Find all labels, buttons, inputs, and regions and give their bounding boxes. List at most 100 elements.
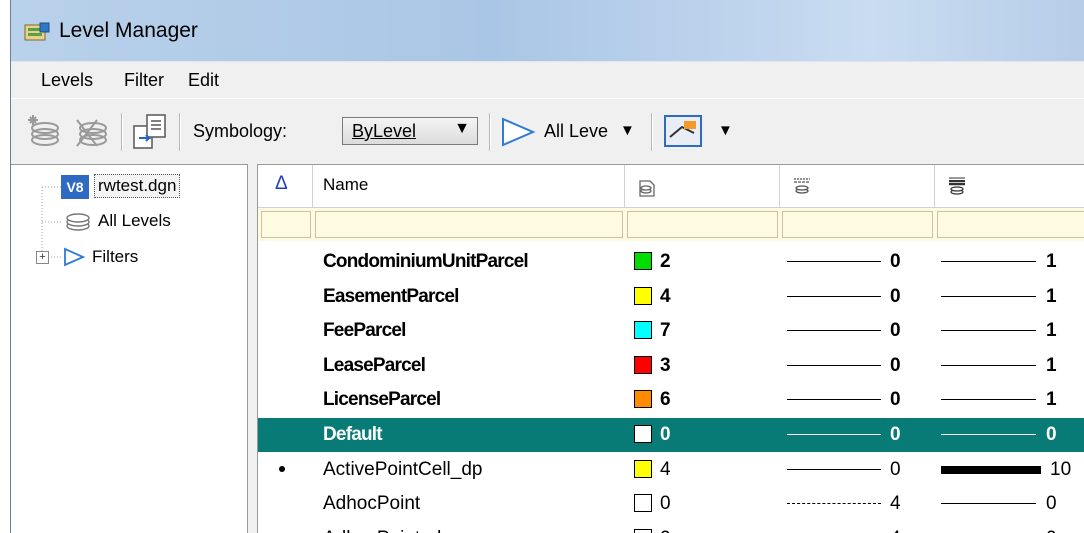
level-name: AdhocPoint_dp <box>323 528 452 533</box>
weight-line <box>941 465 1041 474</box>
color-swatch[interactable] <box>634 494 652 513</box>
style-value: 0 <box>890 458 901 480</box>
color-swatch[interactable] <box>634 425 652 443</box>
symbology-dropdown[interactable]: ByLevel ▼ <box>342 117 478 145</box>
used-indicator-icon <box>279 465 285 472</box>
menu-levels[interactable]: Levels <box>41 70 93 91</box>
style-line <box>787 330 881 332</box>
color-number: 4 <box>660 458 671 480</box>
weight-column-header[interactable] <box>935 165 1084 207</box>
color-number: 0 <box>660 424 671 445</box>
table-row[interactable]: Default 0 0 0 <box>258 418 1084 452</box>
table-row[interactable]: ActivePointCell_dp 4 0 10 <box>258 453 1084 487</box>
grid-header: Δ Name <box>258 165 1084 208</box>
weight-line <box>941 261 1036 262</box>
level-name: LicenseParcel <box>323 389 441 411</box>
dgn-file-icon: V8 <box>61 175 89 199</box>
style-column-header[interactable] <box>780 165 935 207</box>
toolbar-separator <box>121 113 123 151</box>
style-line <box>787 434 881 435</box>
delete-level-icon[interactable] <box>71 112 111 152</box>
style-value: 0 <box>890 251 901 272</box>
weight-line <box>941 330 1036 332</box>
display-mode-icon[interactable] <box>664 115 702 147</box>
style-value: 4 <box>890 528 901 533</box>
filter-cell-sort[interactable] <box>261 211 311 238</box>
level-manager-icon <box>24 22 50 41</box>
filter-cell-weight[interactable] <box>937 211 1084 238</box>
toolbar-separator <box>651 113 653 151</box>
menu-filter[interactable]: Filter <box>124 70 164 91</box>
sort-indicator: Δ <box>275 173 288 194</box>
weight-line <box>941 503 1036 505</box>
title-bar[interactable]: Level Manager <box>11 0 1084 61</box>
window-title: Level Manager <box>59 19 198 42</box>
table-row[interactable]: CondominiumUnitParcel 2 0 1 <box>258 245 1084 279</box>
level-name: EasementParcel <box>323 285 459 307</box>
color-swatch[interactable] <box>634 252 652 270</box>
style-line <box>787 261 881 262</box>
tree-item-filters[interactable]: Filters <box>92 247 138 267</box>
filters-icon <box>64 247 85 267</box>
table-row[interactable]: EasementParcel 4 0 1 <box>258 280 1084 314</box>
import-export-icon[interactable] <box>132 112 168 152</box>
toolbar-separator <box>179 113 181 151</box>
filter-icon[interactable] <box>501 117 537 147</box>
style-value: 0 <box>890 285 901 307</box>
color-swatch[interactable] <box>634 286 652 305</box>
color-column-header[interactable] <box>625 165 780 207</box>
filter-cell-name[interactable] <box>315 211 623 238</box>
table-row[interactable]: LicenseParcel 6 0 1 <box>258 383 1084 417</box>
weight-column-icon <box>949 177 965 195</box>
levels-grid: Δ Name CondominiumUnitParcel 2 0 1 Easem… <box>257 164 1084 533</box>
weight-line <box>941 399 1036 401</box>
level-name: CondominiumUnitParcel <box>323 251 529 272</box>
style-line <box>787 503 881 505</box>
expand-icon[interactable]: + <box>36 251 49 264</box>
menu-bar: Levels Filter Edit <box>11 61 1084 99</box>
filter-cell-style[interactable] <box>782 211 933 238</box>
tree-item-all-levels[interactable]: All Levels <box>98 211 171 231</box>
symbology-value: ByLevel <box>352 121 417 141</box>
table-row[interactable]: AdhocPoint 0 4 0 <box>258 487 1084 521</box>
symbology-label: Symbology: <box>193 121 288 141</box>
filter-cell-color[interactable] <box>627 211 778 238</box>
level-name: Default <box>323 424 383 445</box>
color-column-icon <box>639 180 655 197</box>
color-swatch[interactable] <box>634 321 652 340</box>
table-row[interactable]: FeeParcel 7 0 1 <box>258 314 1084 348</box>
style-value: 0 <box>890 320 901 342</box>
color-swatch[interactable] <box>634 528 652 533</box>
weight-value: 1 <box>1046 354 1057 376</box>
menu-edit[interactable]: Edit <box>188 70 219 91</box>
sort-column-header[interactable]: Δ <box>258 165 313 207</box>
weight-value: 1 <box>1046 285 1057 307</box>
name-column-label: Name <box>323 175 369 194</box>
table-row[interactable]: AdhocPoint_dp 0 4 0 <box>258 522 1084 533</box>
weight-line <box>941 295 1036 297</box>
toolbar: Symbology: ByLevel ▼ All Leve ▼ ▼ <box>11 98 1084 165</box>
style-value: 0 <box>890 354 901 376</box>
style-value: 0 <box>890 424 901 445</box>
level-name: LeaseParcel <box>323 354 426 376</box>
level-name: FeeParcel <box>323 320 406 342</box>
color-swatch[interactable] <box>634 355 652 374</box>
level-name: ActivePointCell_dp <box>323 458 483 480</box>
new-level-icon[interactable] <box>25 112 61 152</box>
display-mode-arrow-icon[interactable]: ▼ <box>718 122 733 139</box>
name-column-header[interactable]: Name <box>313 165 625 207</box>
level-name: AdhocPoint <box>323 493 421 515</box>
style-line <box>787 399 881 401</box>
weight-value: 0 <box>1046 493 1057 515</box>
tree-item-rwtest-dgn[interactable]: rwtest.dgn <box>94 174 181 198</box>
weight-value: 1 <box>1046 389 1057 411</box>
table-row[interactable]: LeaseParcel 3 0 1 <box>258 349 1084 383</box>
filter-row <box>258 208 1084 241</box>
color-swatch[interactable] <box>634 390 652 409</box>
color-swatch[interactable] <box>634 459 652 478</box>
style-value: 0 <box>890 389 901 411</box>
levels-filter-dropdown[interactable]: All Leve <box>544 121 608 142</box>
level-tree: V8 rwtest.dgn All Levels + Filters <box>11 164 248 533</box>
filter-dropdown-arrow-icon[interactable]: ▼ <box>620 122 635 139</box>
level-manager-window: Level Manager Levels Filter Edit Symbolo… <box>10 0 1084 533</box>
